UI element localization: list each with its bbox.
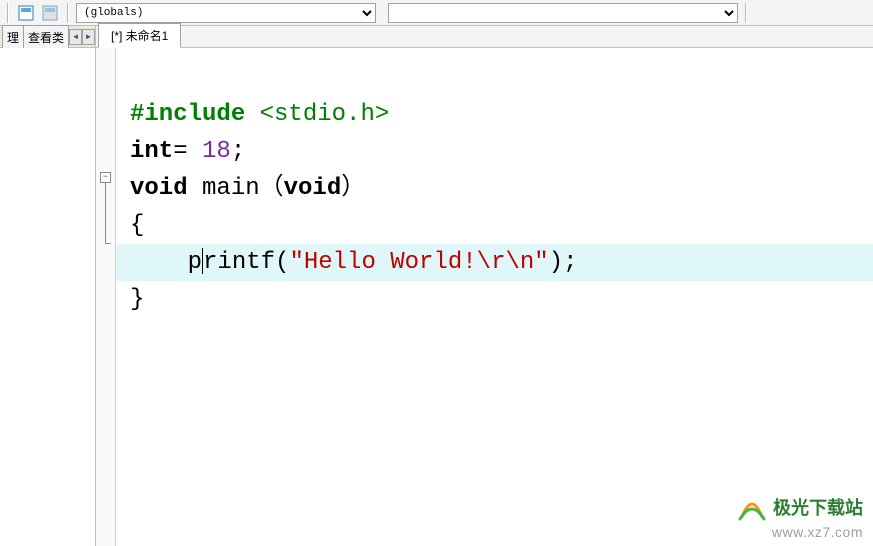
fn-call-pre: p <box>188 244 202 281</box>
left-tab-project[interactable]: 理 <box>2 25 24 49</box>
tab-scroll-right-button[interactable]: ► <box>82 29 95 45</box>
keyword-void: void <box>284 170 342 207</box>
code-line: void main（void） <box>116 170 873 207</box>
toolbar-separator <box>67 3 69 23</box>
lparen: （ <box>260 170 284 207</box>
symbol-selector[interactable] <box>388 3 738 23</box>
left-panel-content <box>0 48 95 546</box>
keyword-void: void <box>130 170 188 207</box>
nav-forward-button[interactable] <box>40 3 60 23</box>
scope-selector[interactable]: (globals) <box>76 3 376 23</box>
editor-column: [*] 未命名1 − #include <stdio.h> int= 18; v… <box>96 26 873 546</box>
semicolon: ; <box>563 244 577 281</box>
toolbar-separator <box>7 3 9 23</box>
keyword-int: int <box>130 133 173 170</box>
nav-back-button[interactable] <box>16 3 36 23</box>
code-line: int= 18; <box>116 133 873 170</box>
rparen: ) <box>549 244 563 281</box>
string-literal: "Hello World!\r\n" <box>289 244 548 281</box>
code-line: } <box>116 281 873 318</box>
file-tab-bar: [*] 未命名1 <box>96 26 873 48</box>
brace-close: } <box>130 281 144 318</box>
fold-gutter: − <box>96 48 116 546</box>
text-cursor <box>202 248 203 274</box>
op-equals: = <box>173 133 187 170</box>
tab-scroll-left-button[interactable]: ◄ <box>69 29 82 45</box>
code-content: #include <stdio.h> int= 18; void main（vo… <box>116 48 873 546</box>
semicolon: ; <box>231 133 245 170</box>
file-tab-untitled[interactable]: [*] 未命名1 <box>98 23 181 48</box>
brace-open: { <box>130 207 144 244</box>
fn-call-post: rintf <box>203 244 275 281</box>
left-tab-class[interactable]: 查看类 <box>24 25 69 49</box>
fold-guide-end <box>105 243 111 244</box>
left-panel-tabs: 理 查看类 ◄ ► <box>0 26 95 48</box>
function-name: main <box>202 170 260 207</box>
toolbar-separator <box>745 3 747 23</box>
preproc-keyword: #include <box>130 96 245 133</box>
lparen: ( <box>275 244 289 281</box>
code-line-current: printf("Hello World!\r\n"); <box>116 244 873 281</box>
include-header: <stdio.h> <box>260 96 390 133</box>
rparen: ） <box>341 170 365 207</box>
number-literal: 18 <box>202 133 231 170</box>
left-panel: 理 查看类 ◄ ► <box>0 26 96 546</box>
indent <box>130 244 188 281</box>
code-editor[interactable]: − #include <stdio.h> int= 18; void main（… <box>96 48 873 546</box>
code-line: #include <stdio.h> <box>116 96 873 133</box>
fold-guide-line <box>105 183 106 243</box>
code-line: { <box>116 207 873 244</box>
fold-toggle-icon[interactable]: − <box>100 172 111 183</box>
main-row: 理 查看类 ◄ ► [*] 未命名1 − #include <stdio.h> … <box>0 26 873 546</box>
